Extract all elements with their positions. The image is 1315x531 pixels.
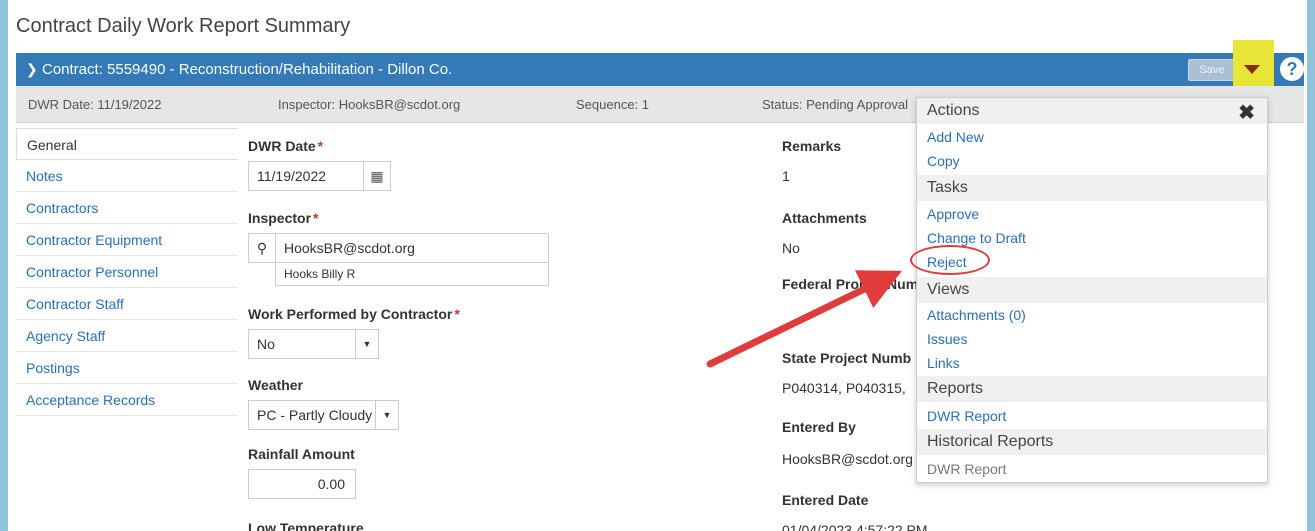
menu-item-change-to-draft[interactable]: Change to Draft <box>927 230 1026 246</box>
sidebar-item-postings[interactable]: Postings <box>16 352 238 384</box>
reject-circle-annotation <box>910 245 990 275</box>
sidebar-item-notes[interactable]: Notes <box>16 160 238 192</box>
page-title: Contract Daily Work Report Summary <box>16 15 351 37</box>
dwr-date-label: DWR Date * <box>248 138 324 154</box>
sidebar-item-contractor-staff[interactable]: Contractor Staff <box>16 288 238 320</box>
inspector-name: Hooks Billy R <box>275 262 549 286</box>
sidebar-item-contractors[interactable]: Contractors <box>16 192 238 224</box>
contract-title: Contract: 5559490 - Reconstruction/Rehab… <box>42 61 453 78</box>
menu-header-reports: Reports <box>917 376 1267 402</box>
sidebar-item-agency-staff[interactable]: Agency Staff <box>16 320 238 352</box>
help-icon[interactable]: ? <box>1280 57 1304 81</box>
entered-date-value: 01/04/2023 4:57:22 PM <box>782 522 928 531</box>
low-temperature-label: Low Temperature <box>248 520 364 531</box>
actions-menu: Actions ✖ Add New Copy Tasks Approve Chan… <box>916 97 1268 483</box>
menu-header-tasks: Tasks <box>917 175 1267 201</box>
search-icon[interactable]: ⚲ <box>248 233 276 263</box>
menu-item-attachments[interactable]: Attachments (0) <box>927 307 1026 323</box>
menu-item-historical-dwr-report[interactable]: DWR Report <box>927 461 1006 477</box>
contract-header-bar[interactable]: ❯ Contract: 5559490 - Reconstruction/Reh… <box>16 40 1304 87</box>
info-inspector: Inspector: HooksBR@scdot.org <box>278 97 461 112</box>
app-frame: Contract Daily Work Report Summary ❯ Con… <box>8 0 1307 531</box>
remarks-value: 1 <box>782 168 790 184</box>
info-sequence: Sequence: 1 <box>576 97 650 112</box>
entered-date-label: Entered Date <box>782 492 869 508</box>
attachments-value: No <box>782 240 800 256</box>
info-status: Status: Pending Approval <box>762 97 908 112</box>
red-arrow-annotation <box>706 270 902 368</box>
sidebar-item-contractor-equipment[interactable]: Contractor Equipment <box>16 224 238 256</box>
menu-item-issues[interactable]: Issues <box>927 331 967 347</box>
menu-item-dwr-report[interactable]: DWR Report <box>927 408 1006 424</box>
inspector-field[interactable]: HooksBR@scdot.org <box>275 233 549 263</box>
menu-header-views: Views <box>917 277 1267 303</box>
sidebar: General Notes Contractors Contractor Equ… <box>16 128 238 416</box>
weather-label: Weather <box>248 377 303 393</box>
rainfall-label: Rainfall Amount <box>248 446 355 462</box>
actions-dropdown-icon[interactable] <box>1244 65 1260 74</box>
sidebar-item-general[interactable]: General <box>16 128 238 160</box>
state-project-value: P040314, P040315, <box>782 380 906 396</box>
attachments-label: Attachments <box>782 210 867 226</box>
calendar-icon[interactable]: ▦ <box>363 161 391 191</box>
menu-header-actions: Actions ✖ <box>917 98 1267 124</box>
entered-by-label: Entered By <box>782 419 856 435</box>
menu-item-copy[interactable]: Copy <box>927 153 960 169</box>
menu-header-historical-reports: Historical Reports <box>917 429 1267 455</box>
dwr-date-field[interactable]: 11/19/2022 <box>248 161 364 191</box>
weather-select[interactable]: PC - Partly Cloudy <box>248 400 376 430</box>
highlight-annotation <box>1233 40 1274 87</box>
menu-item-add-new[interactable]: Add New <box>927 129 984 145</box>
sidebar-item-acceptance-records[interactable]: Acceptance Records <box>16 384 238 416</box>
sidebar-item-contractor-personnel[interactable]: Contractor Personnel <box>16 256 238 288</box>
chevron-down-icon[interactable]: ❯ <box>26 61 38 78</box>
caret-down-icon[interactable]: ▼ <box>355 329 379 359</box>
info-date: DWR Date: 11/19/2022 <box>28 97 162 112</box>
remarks-label: Remarks <box>782 138 842 154</box>
save-button[interactable]: Save <box>1188 59 1236 81</box>
menu-item-approve[interactable]: Approve <box>927 206 979 222</box>
work-performed-label: Work Performed by Contractor * <box>248 306 460 322</box>
menu-item-links[interactable]: Links <box>927 355 960 371</box>
caret-down-icon[interactable]: ▼ <box>375 400 399 430</box>
inspector-label: Inspector * <box>248 210 319 226</box>
rainfall-field[interactable]: 0.00 <box>248 469 356 499</box>
work-performed-select[interactable]: No <box>248 329 356 359</box>
entered-by-value: HooksBR@scdot.org <box>782 451 913 467</box>
close-icon[interactable]: ✖ <box>1238 100 1255 126</box>
